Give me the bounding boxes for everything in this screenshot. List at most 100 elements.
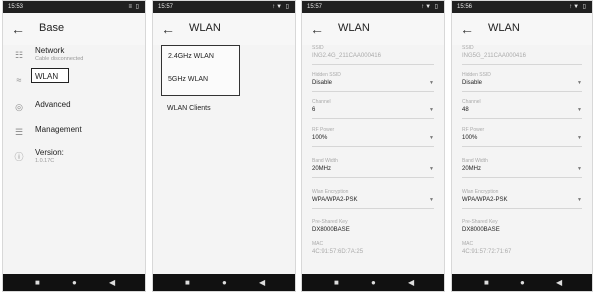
- app-bar: ← Base: [3, 13, 145, 45]
- menu-list: ☷ Network Cable disconnected ≈ WLAN ◎ Ad…: [3, 45, 145, 274]
- dropdown-caret-icon: ▼: [429, 135, 434, 141]
- system-nav-bar: ■ ● ◀: [153, 274, 295, 291]
- back-arrow-icon[interactable]: ←: [161, 19, 175, 39]
- field-label: Band Width: [312, 158, 338, 164]
- recent-apps-icon[interactable]: ■: [35, 278, 40, 287]
- encryption-value: WPA/WPA2-PSK: [462, 197, 508, 203]
- field-label: Channel: [312, 99, 331, 105]
- nav-back-icon[interactable]: ◀: [408, 278, 414, 287]
- status-bar: 15:57 ↑▼ ▯: [153, 1, 295, 13]
- home-icon[interactable]: ●: [371, 278, 376, 287]
- field-label: Pre-Shared Key: [312, 219, 348, 225]
- field-underline: [462, 118, 582, 119]
- dropdown-caret-icon: ▼: [577, 80, 582, 86]
- menu-item-advanced[interactable]: ◎ Advanced: [3, 95, 145, 121]
- hidden-ssid-value: Disable: [462, 80, 483, 86]
- home-icon[interactable]: ●: [520, 278, 525, 287]
- network-icon: ☷: [14, 50, 24, 60]
- status-bar: 15:56 ↑▼ ▯: [452, 1, 592, 13]
- status-icons: ↑▼ ▯: [272, 4, 290, 10]
- field-underline: [312, 91, 434, 92]
- list-item-wlan-clients[interactable]: WLAN Clients: [167, 105, 211, 112]
- dropdown-caret-icon: ▼: [577, 166, 582, 172]
- field-underline: [312, 118, 434, 119]
- phone-screen-2g-settings: 15:57 ↑▼ ▯ ← WLAN SSID ING2.4G_211CAA000…: [301, 0, 445, 292]
- info-icon: ⓘ: [14, 152, 24, 162]
- app-bar: ← WLAN: [452, 13, 592, 45]
- back-arrow-icon[interactable]: ←: [310, 19, 324, 39]
- menu-item-subtitle: Cable disconnected: [35, 56, 84, 62]
- menu-item-label: Version:: [35, 148, 64, 157]
- status-bar: 15:53 ≡ ▯: [3, 1, 145, 13]
- status-time: 15:57: [158, 4, 174, 10]
- field-underline: [462, 177, 582, 178]
- pre-shared-key-value: DX8000BASE: [312, 227, 350, 233]
- page-title: WLAN: [189, 22, 221, 34]
- app-bar: ← WLAN: [153, 13, 295, 45]
- dropdown-caret-icon: ▼: [577, 107, 582, 113]
- menu-item-network[interactable]: ☷ Network Cable disconnected: [3, 43, 145, 69]
- band-width-value: 20MHz: [462, 166, 482, 172]
- management-icon: ☰: [14, 127, 24, 137]
- page-title: WLAN: [338, 22, 370, 34]
- rf-power-value: 100%: [462, 135, 478, 141]
- menu-item-management[interactable]: ☰ Management: [3, 120, 145, 146]
- back-arrow-icon[interactable]: ←: [11, 19, 25, 39]
- system-nav-bar: ■ ● ◀: [3, 274, 145, 291]
- recent-apps-icon[interactable]: ■: [185, 278, 190, 287]
- system-nav-bar: ■ ● ◀: [452, 274, 592, 291]
- field-underline: [462, 64, 582, 65]
- nav-back-icon[interactable]: ◀: [556, 278, 562, 287]
- page-title: Base: [39, 22, 65, 34]
- home-icon[interactable]: ●: [222, 278, 227, 287]
- status-time: 15:56: [457, 4, 473, 10]
- list-item-5g-wlan[interactable]: 5GHz WLAN: [168, 76, 208, 83]
- settings-form: SSID ING5G_211CAA000416 Hidden SSID Disa…: [452, 45, 592, 274]
- encryption-value: WPA/WPA2-PSK: [312, 197, 358, 203]
- back-arrow-icon[interactable]: ←: [460, 19, 474, 39]
- field-label: SSID: [462, 45, 474, 51]
- channel-value: 48: [462, 107, 469, 113]
- field-label: SSID: [312, 45, 324, 51]
- field-label: Hidden SSID: [312, 72, 341, 78]
- menu-item-version[interactable]: ⓘ Version: 1.0.17C: [3, 145, 145, 171]
- recent-apps-icon[interactable]: ■: [484, 278, 489, 287]
- recent-apps-icon[interactable]: ■: [334, 278, 339, 287]
- list-item-2g-wlan[interactable]: 2.4GHz WLAN: [168, 53, 214, 60]
- band-width-value: 20MHz: [312, 166, 332, 172]
- menu-item-wlan[interactable]: ≈ WLAN: [3, 68, 145, 94]
- status-icons: ≡ ▯: [128, 4, 140, 10]
- nav-back-icon[interactable]: ◀: [109, 278, 115, 287]
- phone-screen-base: 15:53 ≡ ▯ ← Base ☷ Network Cable disconn…: [2, 0, 146, 292]
- status-time: 15:53: [8, 4, 24, 10]
- menu-item-label: Network: [35, 46, 65, 55]
- menu-item-label: Advanced: [35, 100, 71, 109]
- wifi-icon: ≈: [16, 75, 22, 85]
- wlan-band-list-highlight: 2.4GHz WLAN 5GHz WLAN: [161, 45, 240, 96]
- field-label: Wlan Encryption: [312, 189, 349, 195]
- status-time: 15:57: [307, 4, 323, 10]
- field-label: Hidden SSID: [462, 72, 491, 78]
- status-icons: ↑▼ ▯: [421, 4, 439, 10]
- dropdown-caret-icon: ▼: [429, 197, 434, 203]
- system-nav-bar: ■ ● ◀: [302, 274, 444, 291]
- phone-screen-5g-settings: 15:56 ↑▼ ▯ ← WLAN SSID ING5G_211CAA00041…: [451, 0, 593, 292]
- version-value: 1.0.17C: [35, 158, 55, 164]
- field-underline: [462, 91, 582, 92]
- menu-item-label: WLAN: [35, 72, 59, 81]
- hidden-ssid-value: Disable: [312, 80, 333, 86]
- field-underline: [312, 208, 434, 209]
- home-icon[interactable]: ●: [72, 278, 77, 287]
- mac-value: 4C:91:57:6D:7A:25: [312, 249, 364, 255]
- app-bar: ← WLAN: [302, 13, 444, 45]
- dropdown-caret-icon: ▼: [429, 166, 434, 172]
- field-label: Wlan Encryption: [462, 189, 499, 195]
- field-label: RF Power: [312, 127, 335, 133]
- field-label: Pre-Shared Key: [462, 219, 498, 225]
- settings-form: SSID ING2.4G_211CAA000416 Hidden SSID Di…: [302, 45, 444, 274]
- field-label: RF Power: [462, 127, 485, 133]
- nav-back-icon[interactable]: ◀: [259, 278, 265, 287]
- dropdown-caret-icon: ▼: [577, 197, 582, 203]
- status-icons: ↑▼ ▯: [569, 4, 587, 10]
- field-label: MAC: [312, 241, 324, 247]
